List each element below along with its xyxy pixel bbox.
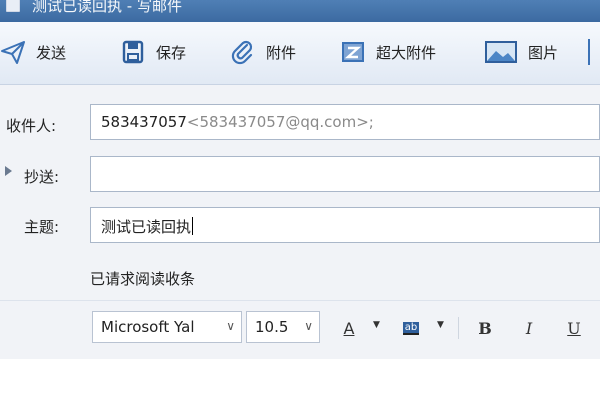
to-field[interactable]: 583437057<583437057@qq.com>;: [90, 104, 600, 140]
chevron-down-icon: ∨: [304, 319, 313, 333]
format-separator: [458, 317, 459, 339]
super-attachment-icon: [340, 39, 366, 65]
underline-icon: U: [567, 318, 581, 338]
send-button[interactable]: 发送: [0, 34, 66, 70]
font-family-value: Microsoft Yal: [101, 318, 195, 336]
expand-cc-triangle-icon[interactable]: [5, 166, 12, 176]
highlight-button[interactable]: ab: [398, 315, 424, 341]
to-recipient-name: 583437057: [101, 113, 187, 131]
attach-label: 附件: [266, 43, 297, 62]
title-bar: 测试已读回执 - 写邮件: [0, 0, 600, 22]
message-body-editor[interactable]: [0, 359, 600, 400]
paperclip-icon: [230, 39, 256, 65]
bold-button[interactable]: B: [474, 315, 496, 341]
toolbar: 发送 保存 附件 超大附件 图片: [0, 22, 600, 85]
to-value: 583437057<583437057@qq.com>;: [101, 113, 374, 131]
font-color-dropdown-icon[interactable]: ▼: [373, 320, 380, 330]
to-recipient-address: <583437057@qq.com>;: [186, 113, 374, 131]
highlight-icon: ab: [402, 321, 420, 335]
to-label: 收件人:: [6, 117, 57, 135]
highlight-dropdown-icon[interactable]: ▼: [437, 320, 444, 330]
document-icon: [6, 0, 20, 12]
font-family-select[interactable]: Microsoft Yal ∨: [92, 311, 242, 343]
subject-field[interactable]: 测试已读回执: [90, 207, 600, 243]
font-color-icon: A: [343, 318, 355, 338]
font-color-button[interactable]: A: [338, 315, 360, 341]
italic-button[interactable]: I: [518, 315, 540, 341]
image-label: 图片: [528, 43, 559, 62]
send-icon: [0, 39, 26, 65]
read-receipt-notice: 已请求阅读收条: [90, 270, 196, 288]
more-tools-button[interactable]: [588, 34, 600, 70]
super-attachment-button[interactable]: 超大附件: [340, 34, 436, 70]
save-button[interactable]: 保存: [120, 34, 186, 70]
save-label: 保存: [156, 43, 187, 62]
image-button[interactable]: 图片: [484, 34, 558, 70]
cc-field[interactable]: [90, 156, 600, 192]
subject-text: 测试已读回执: [101, 218, 192, 236]
subject-value: 测试已读回执: [101, 216, 194, 237]
chevron-down-icon: ∨: [226, 319, 235, 333]
italic-icon: I: [525, 318, 533, 338]
window-title: 测试已读回执 - 写邮件: [32, 0, 182, 15]
text-caret: [192, 217, 194, 235]
attach-button[interactable]: 附件: [230, 34, 296, 70]
underline-button[interactable]: U: [563, 315, 585, 341]
image-icon: [484, 39, 518, 65]
font-size-value: 10.5: [255, 318, 289, 336]
format-toolbar: Microsoft Yal ∨ 10.5 ∨ A ▼ ab ▼ B I U: [0, 300, 600, 359]
font-size-select[interactable]: 10.5 ∨: [246, 311, 320, 343]
overflow-icon: [588, 39, 600, 65]
send-label: 发送: [36, 43, 67, 62]
super-attachment-label: 超大附件: [376, 43, 437, 62]
save-icon: [120, 39, 146, 65]
subject-label: 主题:: [24, 218, 60, 236]
bold-icon: B: [478, 318, 492, 338]
cc-label: 抄送:: [24, 168, 60, 186]
